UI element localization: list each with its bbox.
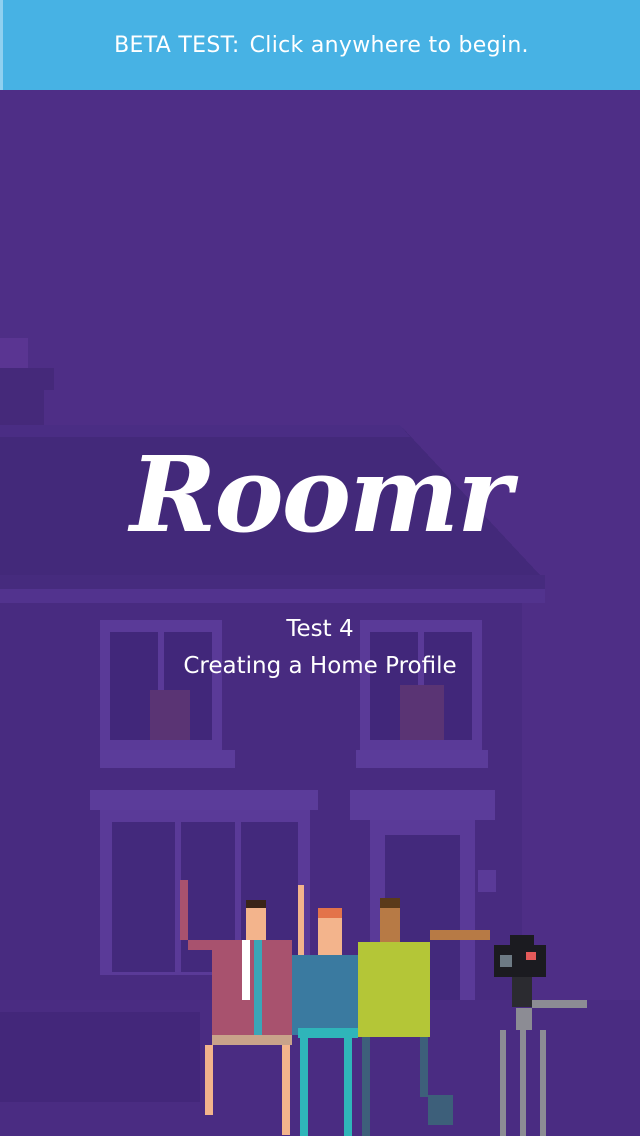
beta-label: BETA TEST: bbox=[114, 32, 240, 58]
beta-message: Click anywhere to begin. bbox=[249, 32, 529, 58]
start-screen[interactable]: BETA TEST: Click anywhere to begin. Room… bbox=[0, 0, 640, 1136]
test-title: Test 4 bbox=[286, 616, 354, 642]
test-subtitle: Creating a Home Profile bbox=[183, 653, 457, 679]
beta-test-banner[interactable]: BETA TEST: Click anywhere to begin. bbox=[0, 0, 640, 90]
app-logo: Roomr bbox=[130, 433, 512, 556]
